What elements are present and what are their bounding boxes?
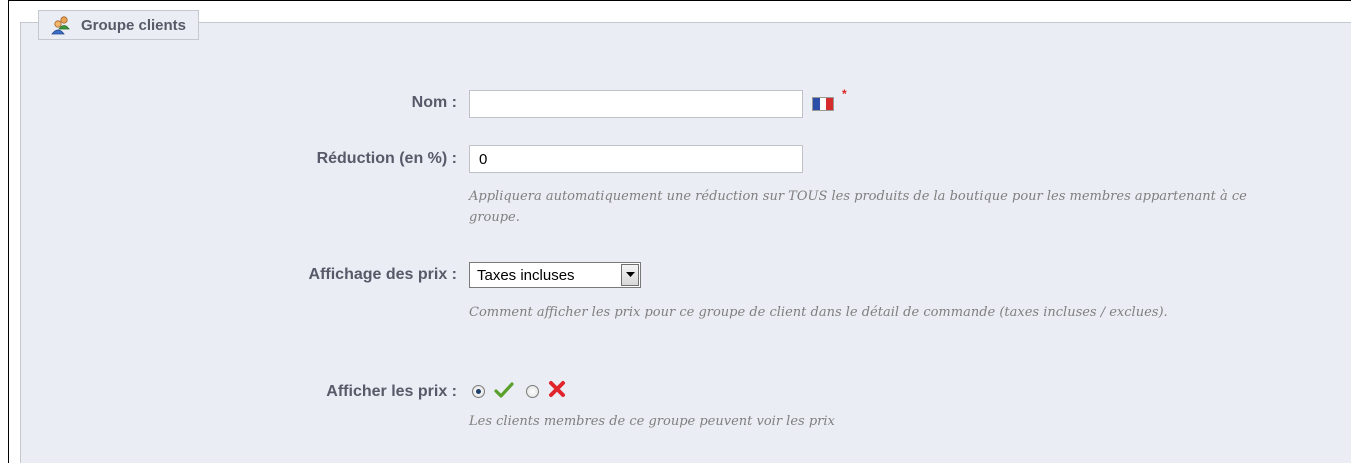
price-display-hint: Comment afficher les prix pour ce groupe… <box>469 305 1168 320</box>
cross-icon[interactable] <box>547 379 567 399</box>
required-marker: * <box>842 87 847 101</box>
show-prices-no-radio[interactable] <box>526 385 539 398</box>
fieldset-legend: Groupe clients <box>38 10 200 40</box>
nom-input[interactable] <box>469 90 803 118</box>
chevron-down-icon[interactable] <box>621 264 639 286</box>
user-group-icon <box>51 15 71 35</box>
show-prices-yes-radio[interactable] <box>472 385 485 398</box>
price-display-label: Affichage des prix : <box>308 266 457 283</box>
price-display-select[interactable]: Taxes incluses <box>469 262 641 288</box>
france-flag-icon[interactable] <box>812 97 834 111</box>
nom-label: Nom : <box>411 94 457 111</box>
outer-frame-left <box>8 0 9 463</box>
price-display-selected: Taxes incluses <box>477 266 575 284</box>
customer-group-fieldset <box>20 22 1351 463</box>
legend-title: Groupe clients <box>81 16 187 34</box>
reduction-hint: Appliquera automatiquement une réduction… <box>469 189 1247 225</box>
reduction-label: Réduction (en %) : <box>316 150 457 167</box>
show-prices-hint: Les clients membres de ce groupe peuvent… <box>469 414 835 429</box>
show-prices-label: Afficher les prix : <box>326 383 457 400</box>
outer-frame-top <box>8 0 1351 1</box>
reduction-input[interactable] <box>469 145 803 173</box>
check-icon[interactable] <box>494 380 514 400</box>
